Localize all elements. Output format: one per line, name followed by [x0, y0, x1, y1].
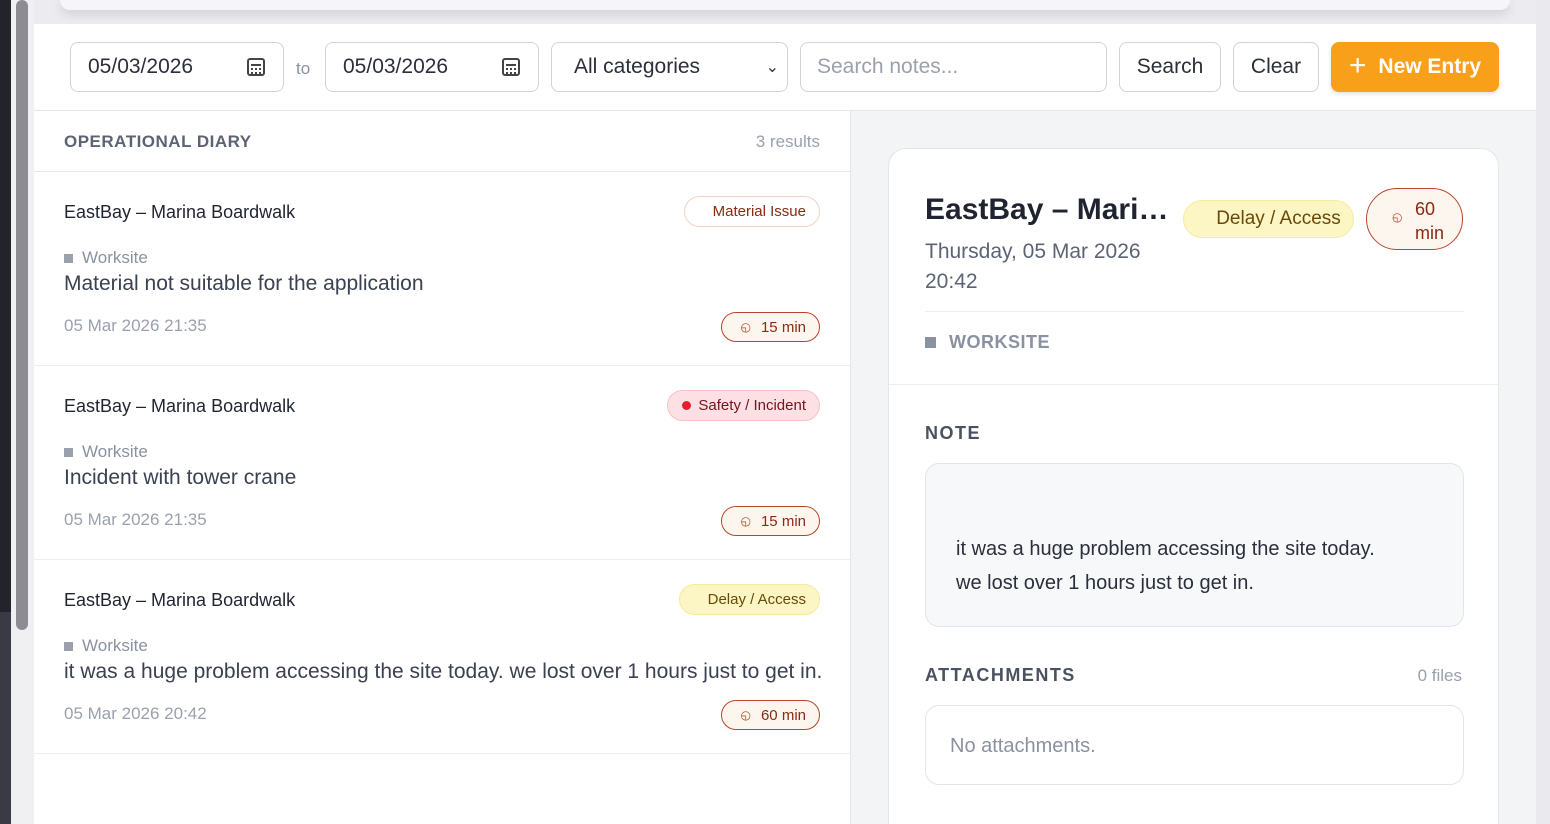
duration-value: 60 min [760, 706, 806, 724]
entry-tag: Worksite [64, 248, 148, 268]
category-badge: Material Issue [683, 196, 820, 227]
duration-value: 15 min [760, 318, 806, 336]
entries-list-panel: OPERATIONAL DIARY 3 results EastBay – Ma… [34, 111, 851, 824]
square-icon [64, 641, 73, 651]
entry-timestamp: 05 Mar 2026 21:35 [64, 316, 207, 335]
entry-note: Incident with tower crane [64, 466, 297, 489]
attachments-section-label: ATTACHMENTS [925, 665, 1076, 685]
duration-badge: ◵ 60 min [721, 700, 820, 730]
filter-toolbar: 05/03/2026 to 05/03/2026 All categories … [34, 24, 1536, 111]
new-entry-button[interactable]: + New Entry [1331, 42, 1499, 92]
date-from-value: 05/03/2026 [88, 55, 194, 78]
square-icon [925, 337, 936, 348]
list-header: OPERATIONAL DIARY 3 results [34, 111, 850, 172]
calendar-icon[interactable] [502, 58, 520, 76]
calendar-icon[interactable] [247, 58, 265, 76]
clock-icon: ◵ [740, 708, 751, 722]
category-badge: Delay / Access [678, 584, 820, 615]
scrollbar-thumb[interactable] [16, 0, 28, 630]
status-dot-icon [682, 401, 692, 410]
attachments-empty-text: No attachments. [950, 735, 1096, 757]
clock-icon: ◵ [1392, 210, 1403, 224]
new-entry-label: New Entry [1378, 55, 1482, 78]
category-badge: Safety / Incident [667, 390, 820, 421]
duration-value: 15 min [760, 512, 806, 530]
attachments-count: 0 files [1417, 666, 1462, 685]
entry-timestamp: 05 Mar 2026 20:42 [64, 704, 207, 723]
category-select-value: All categories [574, 55, 701, 78]
clock-icon: ◵ [740, 320, 751, 334]
entry-timestamp: 05 Mar 2026 21:35 [64, 510, 207, 529]
detail-worksite-label: WORKSITE [949, 332, 1050, 352]
plus-icon: + [1348, 48, 1367, 82]
detail-category-badge: Delay / Access [1183, 200, 1354, 238]
entry-tag: Worksite [64, 442, 148, 462]
duration-badge: ◵ 15 min [721, 506, 820, 536]
entry-note: Material not suitable for the applicatio… [64, 272, 424, 295]
chevron-down-icon: ⌄ [765, 59, 779, 76]
entry-title: EastBay – Marina Boardwalk [64, 590, 296, 610]
note-content: it was a huge problem accessing the site… [925, 463, 1464, 627]
note-line: it was a huge problem accessing the site… [956, 538, 1375, 560]
list-item[interactable]: EastBay – Marina Boardwalk Delay / Acces… [34, 560, 850, 754]
note-section-label: NOTE [925, 423, 982, 443]
detail-title: EastBay – Marina Boardwalk [925, 193, 1170, 226]
detail-worksite: WORKSITE [925, 332, 1050, 353]
divider [889, 384, 1498, 385]
search-input[interactable]: Search notes... [800, 42, 1107, 92]
entry-note: it was a huge problem accessing the site… [64, 660, 823, 683]
note-line: we lost over 1 hours just to get in. [956, 572, 1254, 594]
clear-button[interactable]: Clear [1233, 42, 1319, 92]
divider [925, 311, 1464, 312]
list-title: OPERATIONAL DIARY [64, 132, 252, 151]
clock-icon: ◵ [740, 514, 751, 528]
search-placeholder: Search notes... [817, 55, 959, 78]
top-overlay [60, 0, 1510, 10]
attachments-list: No attachments. [925, 705, 1464, 785]
window-edge-lower [0, 612, 11, 824]
list-item[interactable]: EastBay – Marina Boardwalk Material Issu… [34, 172, 850, 366]
detail-duration-value: 60 min [1415, 199, 1445, 243]
detail-date: Thursday, 05 Mar 2026 20:42 [925, 240, 1141, 293]
category-select[interactable]: All categories ⌄ [551, 42, 788, 92]
entry-title: EastBay – Marina Boardwalk [64, 396, 296, 416]
entry-tag-label: Worksite [82, 636, 148, 655]
entry-tag-label: Worksite [82, 248, 148, 267]
duration-badge: ◵ 15 min [721, 312, 820, 342]
square-icon [64, 447, 73, 457]
date-to-value: 05/03/2026 [343, 55, 449, 78]
detail-duration-badge: ◵ 60 min [1366, 188, 1463, 250]
entry-tag-label: Worksite [82, 442, 148, 461]
category-badge-label: Safety / Incident [698, 397, 806, 414]
list-item[interactable]: EastBay – Marina Boardwalk Safety / Inci… [34, 366, 850, 560]
date-from-input[interactable]: 05/03/2026 [70, 42, 284, 92]
entry-title: EastBay – Marina Boardwalk [64, 202, 296, 222]
entry-detail-panel: EastBay – Marina Boardwalk Thursday, 05 … [888, 148, 1499, 824]
search-button[interactable]: Search [1119, 42, 1221, 92]
result-count: 3 results [755, 132, 820, 151]
diary-app: 05/03/2026 to 05/03/2026 All categories … [34, 24, 1536, 824]
square-icon [64, 253, 73, 263]
date-to-input[interactable]: 05/03/2026 [325, 42, 539, 92]
date-range-separator: to [296, 59, 311, 78]
entry-tag: Worksite [64, 636, 148, 656]
